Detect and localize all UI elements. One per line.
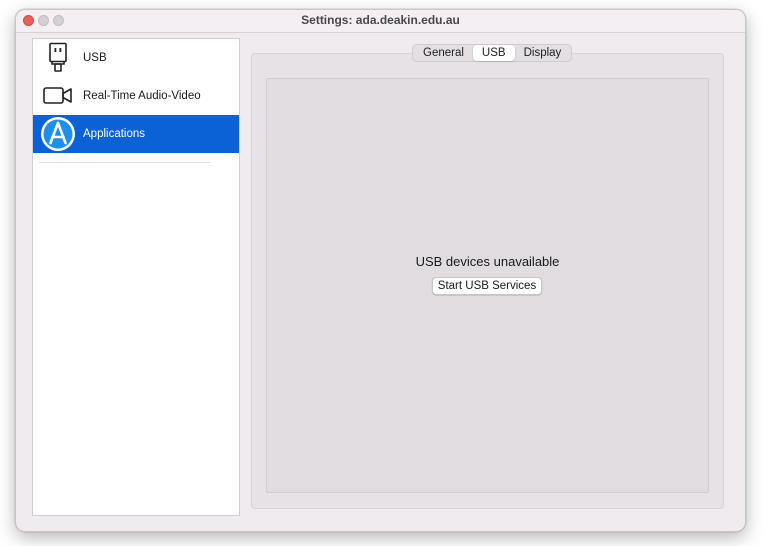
tab-usb[interactable]: USB — [472, 45, 515, 61]
usb-unavailable-message: USB devices unavailable — [415, 254, 560, 269]
tab-bar: General USB Display — [412, 44, 573, 62]
sidebar: USB Real-Time Audio-Video Applications — [32, 38, 240, 516]
sidebar-item-label: USB — [83, 52, 107, 64]
applications-icon — [33, 115, 83, 153]
start-usb-services-button[interactable]: Start USB Services — [432, 277, 542, 295]
window-title: Settings: ada.deakin.edu.au — [301, 13, 460, 27]
sidebar-divider — [39, 162, 211, 163]
tab-display[interactable]: Display — [515, 45, 571, 61]
title-bar: Settings: ada.deakin.edu.au — [16, 10, 745, 33]
sidebar-item-real-time-audio-video[interactable]: Real-Time Audio-Video — [33, 77, 239, 115]
video-camera-icon — [33, 77, 83, 115]
sidebar-item-label: Real-Time Audio-Video — [83, 90, 201, 102]
sidebar-item-applications[interactable]: Applications — [33, 115, 239, 153]
sidebar-item-usb[interactable]: USB — [33, 39, 239, 77]
settings-window: Settings: ada.deakin.edu.au USB Real-Tim… — [15, 9, 746, 532]
sidebar-item-label: Applications — [83, 128, 146, 140]
tab-general[interactable]: General — [414, 45, 473, 61]
usb-icon — [33, 39, 83, 77]
